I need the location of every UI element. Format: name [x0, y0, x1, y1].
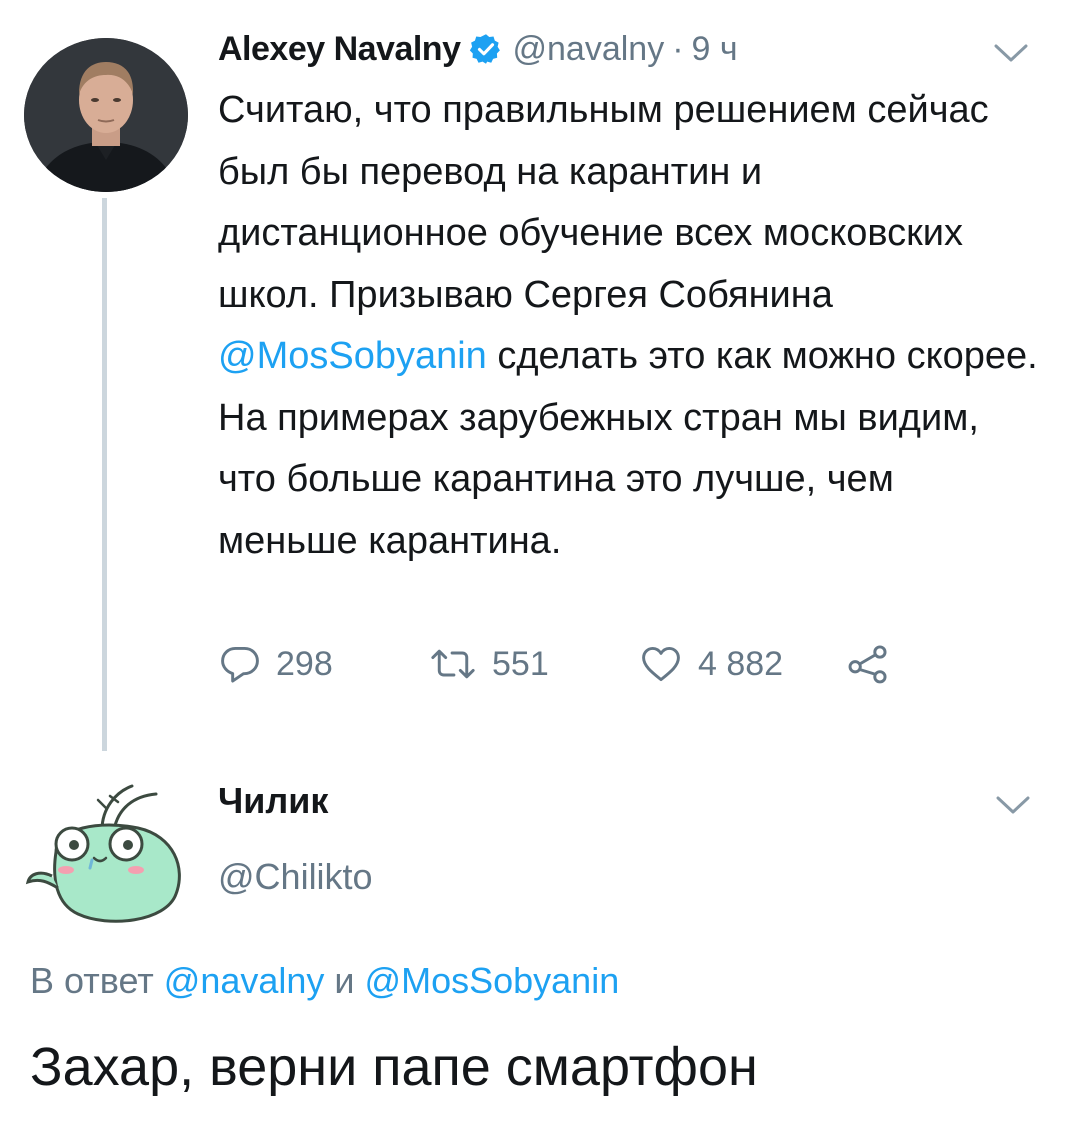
reply-author-name[interactable]: Чилик — [218, 780, 328, 822]
verified-badge-icon — [469, 34, 500, 64]
mention-link[interactable]: @navalny — [164, 960, 325, 1001]
chevron-down-icon[interactable] — [992, 790, 1034, 820]
tweet-header: Alexey Navalny @navalny · 9 ч — [218, 24, 738, 74]
share-icon — [848, 645, 887, 684]
reply-author-handle[interactable]: @Chilikto — [218, 856, 373, 898]
reply-text: Захар, верни папе смартфон — [30, 1037, 758, 1097]
reply-to-conjunction: и — [324, 960, 365, 1001]
reply-to-prefix: В ответ — [30, 960, 164, 1001]
reply-avatar[interactable] — [22, 778, 192, 928]
avatar[interactable] — [24, 38, 188, 192]
frog-avatar-image — [25, 784, 181, 923]
heart-icon — [642, 646, 680, 682]
mention-link[interactable]: @MosSobyanin — [365, 960, 620, 1001]
author-name[interactable]: Alexey Navalny — [218, 30, 461, 69]
separator-dot: · — [672, 29, 684, 68]
retweet-icon — [431, 649, 475, 679]
share-button[interactable] — [846, 642, 890, 686]
author-handle[interactable]: @navalny — [513, 30, 665, 69]
chevron-down-icon[interactable] — [990, 38, 1032, 68]
tweet-actions: 298 551 4 882 — [218, 636, 890, 692]
like-count: 4 882 — [698, 644, 784, 683]
replying-to: В ответ @navalny и @MosSobyanin — [30, 960, 619, 1002]
reply-count: 298 — [276, 644, 333, 683]
tweet-text-part: Считаю, что правильным решением сейчас б… — [218, 89, 989, 316]
tweet-time[interactable]: 9 ч — [692, 30, 738, 69]
thread-line — [102, 198, 107, 751]
retweet-count: 551 — [492, 644, 549, 683]
retweet-button[interactable]: 551 — [428, 642, 638, 686]
like-button[interactable]: 4 882 — [638, 642, 846, 686]
tweet-text: Считаю, что правильным решением сейчас б… — [218, 80, 1038, 572]
mention-link[interactable]: @MosSobyanin — [218, 335, 487, 377]
reply-button[interactable]: 298 — [218, 642, 428, 686]
reply-bubble-icon — [221, 646, 259, 683]
author-photo — [24, 38, 188, 192]
